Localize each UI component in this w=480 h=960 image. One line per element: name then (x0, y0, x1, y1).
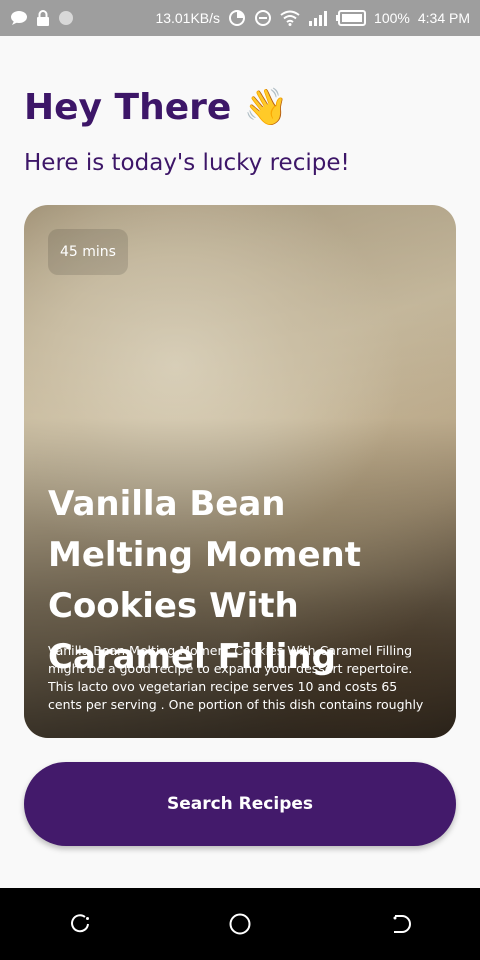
cook-time-badge: 45 mins (48, 229, 128, 275)
home-icon[interactable] (216, 900, 264, 948)
dnd-icon (254, 9, 272, 27)
battery-icon (336, 10, 367, 26)
back-icon[interactable] (376, 900, 424, 948)
greeting-heading: Hey There 👋 (24, 87, 289, 128)
lock-icon (36, 10, 50, 26)
subtitle: Here is today's lucky recipe! (24, 150, 350, 176)
network-speed: 13.01KB/s (155, 10, 221, 26)
recipe-description: Vanilla Bean Melting Moment Cookies With… (48, 643, 424, 712)
data-usage-icon (228, 9, 246, 27)
search-recipes-button[interactable]: Search Recipes (24, 762, 456, 846)
signal-icon (308, 10, 328, 26)
battery-level: 100% (374, 10, 410, 26)
recents-icon[interactable] (56, 900, 104, 948)
status-bar: 13.01KB/s 100% 4:34 PM (0, 0, 480, 36)
dot-icon (58, 10, 74, 26)
wifi-icon (280, 10, 300, 26)
chat-icon (10, 10, 28, 26)
clock: 4:34 PM (417, 10, 470, 26)
recipe-card[interactable]: 45 mins Vanilla Bean Melting Moment Cook… (24, 205, 456, 738)
navigation-bar (0, 888, 480, 960)
